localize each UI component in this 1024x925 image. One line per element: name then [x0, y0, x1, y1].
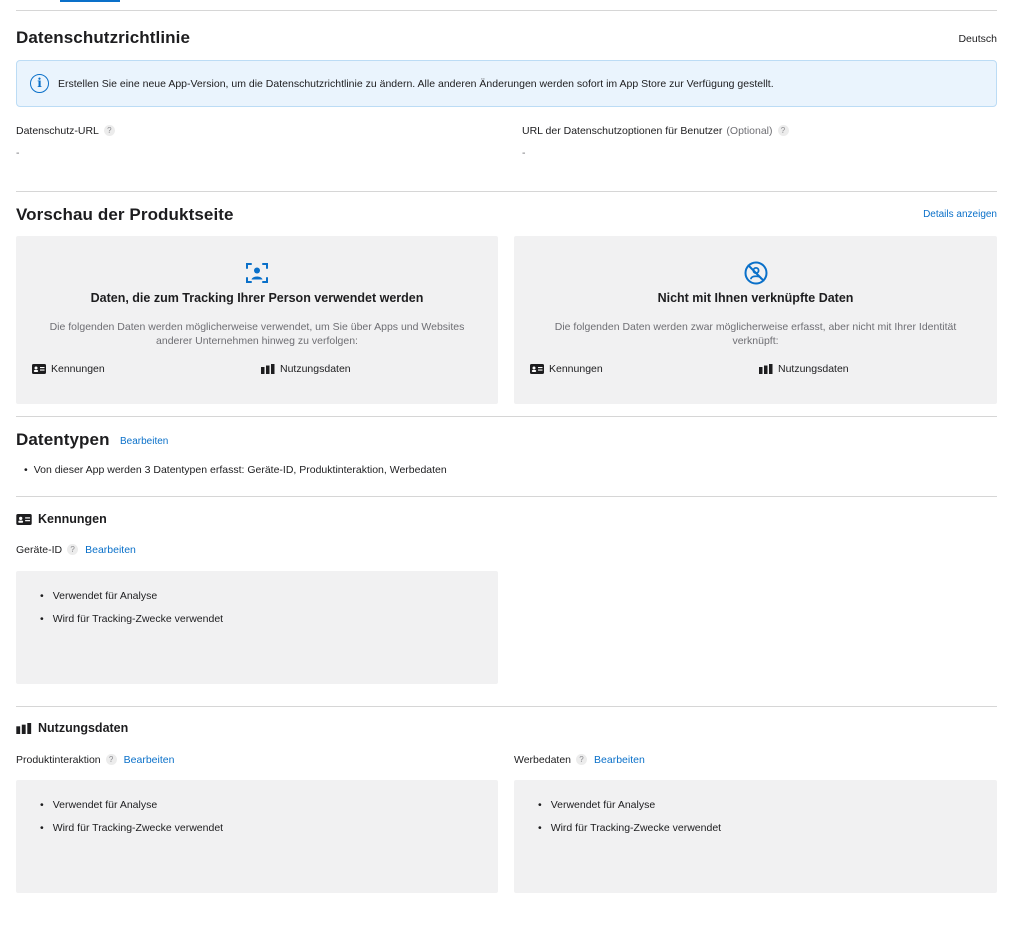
advertising-data-edit-link[interactable]: Bearbeiten: [594, 754, 645, 766]
device-id-uses-box: Verwendet für Analyse Wird für Tracking-…: [16, 571, 498, 684]
use-item: Verwendet für Analyse: [40, 799, 157, 811]
card-item-identifiers: Kennungen: [530, 363, 603, 375]
help-icon[interactable]: ?: [576, 754, 588, 765]
bar-chart-icon: [16, 722, 32, 734]
data-types-title: Datentypen: [16, 430, 110, 449]
use-item: Verwendet für Analyse: [538, 799, 655, 811]
help-icon[interactable]: ?: [777, 125, 789, 136]
choices-url-field: URL der Datenschutzoptionen für Benutzer…: [522, 125, 789, 137]
divider: [16, 496, 997, 497]
product-interaction-label: Produktinteraktion: [16, 754, 101, 766]
use-item: Wird für Tracking-Zwecke verwendet: [40, 822, 223, 834]
privacy-url-label: Datenschutz-URL: [16, 125, 99, 137]
card-item-identifiers: Kennungen: [32, 363, 105, 375]
id-card-icon: [32, 364, 46, 374]
data-types-edit-link[interactable]: Bearbeiten: [120, 436, 168, 447]
card-item-label: Kennungen: [51, 363, 105, 375]
card-title: Nicht mit Ihnen verknüpfte Daten: [657, 291, 854, 305]
help-icon[interactable]: ?: [105, 754, 117, 765]
card-item-usage: Nutzungsdaten: [261, 363, 351, 375]
person-tracking-icon: [246, 263, 268, 283]
usage-data-title: Nutzungsdaten: [38, 721, 129, 735]
card-item-usage: Nutzungsdaten: [759, 363, 849, 375]
info-banner: i Erstellen Sie eine neue App-Version, u…: [16, 60, 997, 107]
product-interaction-uses-box: Verwendet für Analyse Wird für Tracking-…: [16, 780, 498, 893]
identifiers-section-heading: Kennungen: [16, 512, 107, 526]
info-banner-text: Erstellen Sie eine neue App-Version, um …: [58, 77, 774, 90]
details-link[interactable]: Details anzeigen: [923, 209, 997, 220]
choices-url-label: URL der Datenschutzoptionen für Benutzer: [522, 125, 723, 137]
bar-chart-icon: [261, 364, 275, 374]
advertising-data-row: Werbedaten? Bearbeiten: [514, 754, 645, 766]
use-item: Wird für Tracking-Zwecke verwendet: [538, 822, 721, 834]
use-item: Verwendet für Analyse: [40, 590, 157, 602]
privacy-url-field: Datenschutz-URL?: [16, 125, 115, 137]
card-item-label: Nutzungsdaten: [280, 363, 351, 375]
card-item-label: Kennungen: [549, 363, 603, 375]
card-title: Daten, die zum Tracking Ihrer Person ver…: [90, 291, 424, 305]
divider: [16, 706, 997, 707]
device-id-label: Geräte-ID: [16, 544, 63, 556]
info-icon: i: [30, 74, 49, 93]
tracking-data-card: Daten, die zum Tracking Ihrer Person ver…: [16, 236, 498, 404]
data-types-summary: Von dieser App werden 3 Datentypen erfas…: [24, 464, 447, 476]
help-icon[interactable]: ?: [67, 544, 79, 555]
bar-chart-icon: [759, 364, 773, 374]
device-id-row: Geräte-ID? Bearbeiten: [16, 544, 136, 556]
product-preview-heading: Vorschau der Produktseite: [16, 205, 234, 224]
usage-data-section-heading: Nutzungsdaten: [16, 721, 128, 735]
id-card-icon: [530, 364, 544, 374]
use-item: Wird für Tracking-Zwecke verwendet: [40, 613, 223, 625]
active-tab-indicator: [60, 0, 120, 2]
not-linked-data-card: Nicht mit Ihnen verknüpfte Daten Die fol…: [514, 236, 997, 404]
data-types-heading: Datentypen: [16, 430, 110, 450]
card-description: Die folgenden Daten werden möglicherweis…: [49, 321, 465, 347]
product-interaction-row: Produktinteraktion? Bearbeiten: [16, 754, 174, 766]
person-crossed-icon: [744, 261, 767, 285]
divider: [16, 10, 997, 11]
card-item-label: Nutzungsdaten: [778, 363, 849, 375]
privacy-url-value: -: [16, 147, 20, 159]
advertising-data-uses-box: Verwendet für Analyse Wird für Tracking-…: [514, 780, 997, 893]
language-selector[interactable]: Deutsch: [958, 33, 997, 45]
advertising-data-label: Werbedaten: [514, 754, 572, 766]
identifiers-title: Kennungen: [38, 512, 107, 526]
id-card-icon: [16, 513, 32, 525]
divider: [16, 191, 997, 192]
divider: [16, 416, 997, 417]
choices-url-value: -: [522, 147, 526, 159]
privacy-policy-heading: Datenschutzrichtlinie: [16, 28, 191, 47]
optional-tag: (Optional): [726, 125, 773, 137]
help-icon[interactable]: ?: [103, 125, 115, 136]
product-interaction-edit-link[interactable]: Bearbeiten: [124, 754, 175, 766]
device-id-edit-link[interactable]: Bearbeiten: [85, 544, 136, 556]
card-description: Die folgenden Daten werden zwar mögliche…: [554, 321, 957, 347]
